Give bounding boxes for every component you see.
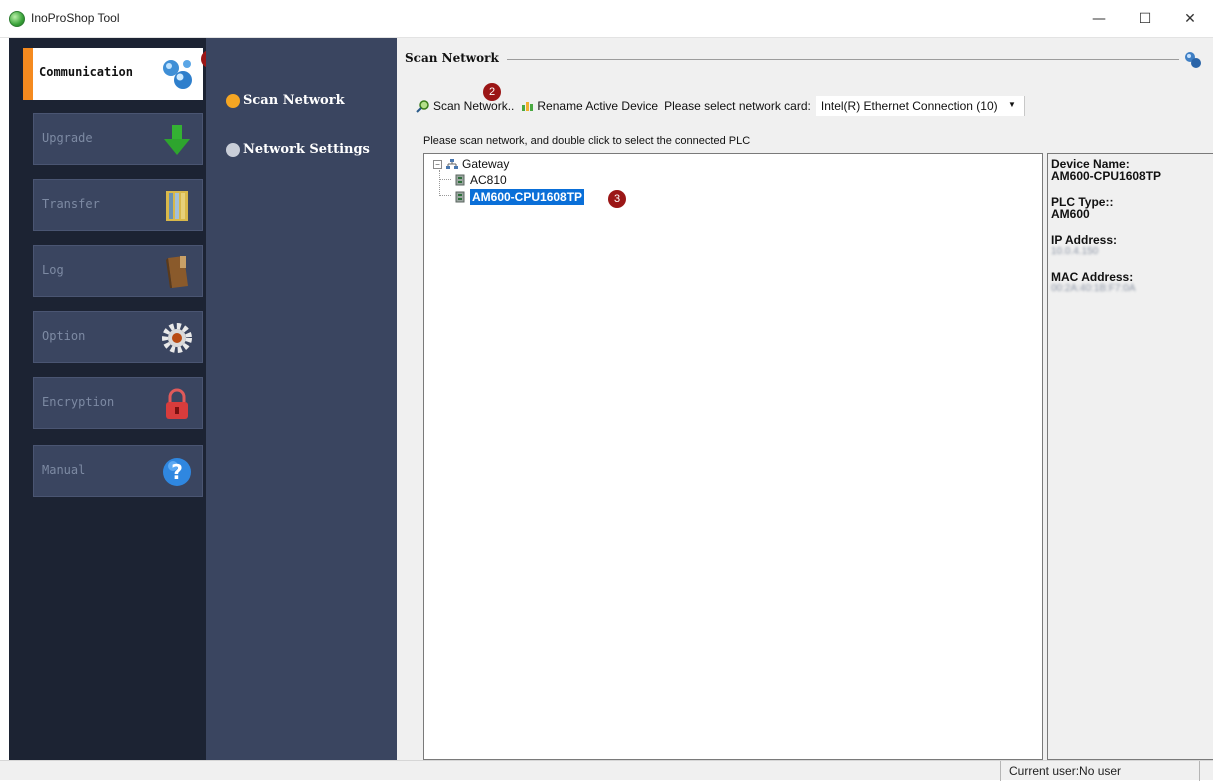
mac-address-label: MAC Address:: [1051, 270, 1134, 284]
close-button[interactable]: ✕: [1167, 0, 1213, 38]
chevron-down-icon: ▼: [1007, 100, 1016, 109]
group-divider: [507, 59, 1179, 60]
main-panel: Scan Network 2 Scan Network.. Rename Act…: [397, 38, 1213, 760]
inactive-dot-icon: [226, 142, 240, 157]
window-title: InoProShop Tool: [31, 11, 120, 25]
nav-item-upgrade[interactable]: Upgrade: [33, 113, 203, 165]
tree-line: [439, 179, 451, 180]
title-bar: InoProShop Tool — ☐ ✕: [0, 0, 1213, 38]
collapse-icon[interactable]: −: [433, 159, 442, 169]
down-arrow-icon: [160, 122, 194, 158]
plc-type-value: AM600: [1051, 207, 1090, 221]
nav-label: Manual: [42, 463, 86, 477]
app-icon: [9, 11, 25, 27]
nav-item-transfer[interactable]: Transfer: [33, 179, 203, 231]
group-title: Scan Network: [405, 51, 501, 65]
ip-address-label: IP Address:: [1051, 233, 1118, 247]
nav-item-log[interactable]: Log: [33, 245, 203, 297]
device-tree[interactable]: − Gateway AC810 AM600-CPU1608TP 3: [423, 153, 1043, 760]
nav-label: Encryption: [42, 395, 115, 409]
nav-item-manual[interactable]: Manual ?: [33, 445, 203, 497]
scan-network-label: Scan Network..: [433, 99, 515, 113]
subnav-label: Network Settings: [243, 142, 370, 157]
plc-icon: [455, 191, 465, 203]
gear-icon: [160, 320, 194, 356]
network-card-label: Please select network card:: [664, 99, 811, 113]
scan-hint: Please scan network, and double click to…: [423, 135, 751, 147]
subnav-item-scan-network[interactable]: Scan Network: [226, 93, 345, 108]
device-info-panel: Device Name: AM600-CPU1608TP PLC Type:: …: [1047, 153, 1213, 760]
left-navigation: Communication 1 Upgrade Transfer Log Opt…: [9, 38, 219, 760]
tree-line: [439, 170, 440, 196]
svg-text:?: ?: [171, 460, 183, 484]
device-name-value: AM600-CPU1608TP: [1051, 169, 1162, 183]
nav-label: Log: [42, 263, 64, 277]
folder-icon: [160, 188, 194, 224]
subnav-label: Scan Network: [243, 93, 345, 108]
ip-address-value: 10.0.4.150: [1051, 246, 1099, 257]
nav-label: Communication: [39, 65, 133, 79]
help-icon: ?: [160, 454, 194, 490]
tree-node-am600[interactable]: AM600-CPU1608TP: [454, 189, 585, 205]
nav-item-encryption[interactable]: Encryption: [33, 377, 203, 429]
subnav-item-network-settings[interactable]: Network Settings: [226, 142, 370, 157]
mac-address-value: 00:2A:40:1B:F7:0A: [1051, 283, 1136, 294]
scan-network-button[interactable]: Scan Network..: [416, 99, 514, 113]
rename-device-button[interactable]: Rename Active Device: [520, 99, 658, 113]
nav-item-option[interactable]: Option: [33, 311, 203, 363]
tree-line: [439, 195, 451, 196]
nav-item-communication[interactable]: Communication 1: [23, 48, 219, 100]
network-card-select[interactable]: Intel(R) Ethernet Connection (10) ▼: [815, 96, 1025, 116]
toolbar: Scan Network.. Rename Active Device Plea…: [416, 96, 1025, 116]
tree-node-label: Gateway: [462, 157, 510, 171]
nav-label: Transfer: [42, 197, 100, 211]
search-icon: [416, 100, 429, 113]
lock-icon: [160, 386, 194, 422]
network-bubbles-icon: [161, 56, 195, 92]
status-bar: Current user:No user: [0, 760, 1213, 781]
nav-label: Option: [42, 329, 86, 343]
tree-node-label-selected: AM600-CPU1608TP: [470, 189, 585, 205]
sub-navigation: Scan Network Network Settings: [206, 38, 397, 760]
rename-device-label: Rename Active Device: [537, 99, 659, 113]
tree-node-gateway[interactable]: − Gateway: [433, 157, 509, 171]
current-user-status: Current user:No user: [1000, 761, 1200, 781]
network-card-value: Intel(R) Ethernet Connection (10): [820, 99, 998, 113]
plc-icon: [455, 174, 465, 186]
rename-icon: [522, 102, 534, 111]
step-badge: 3: [608, 190, 626, 208]
minimize-button[interactable]: —: [1076, 0, 1122, 38]
active-dot-icon: [226, 93, 240, 108]
book-icon: [160, 254, 194, 290]
tree-node-label: AC810: [470, 173, 507, 187]
gateway-icon: [446, 159, 458, 169]
nav-label: Upgrade: [42, 131, 93, 145]
maximize-button[interactable]: ☐: [1122, 0, 1168, 38]
network-connect-icon: [1183, 50, 1203, 74]
tree-node-ac810[interactable]: AC810: [454, 173, 507, 187]
